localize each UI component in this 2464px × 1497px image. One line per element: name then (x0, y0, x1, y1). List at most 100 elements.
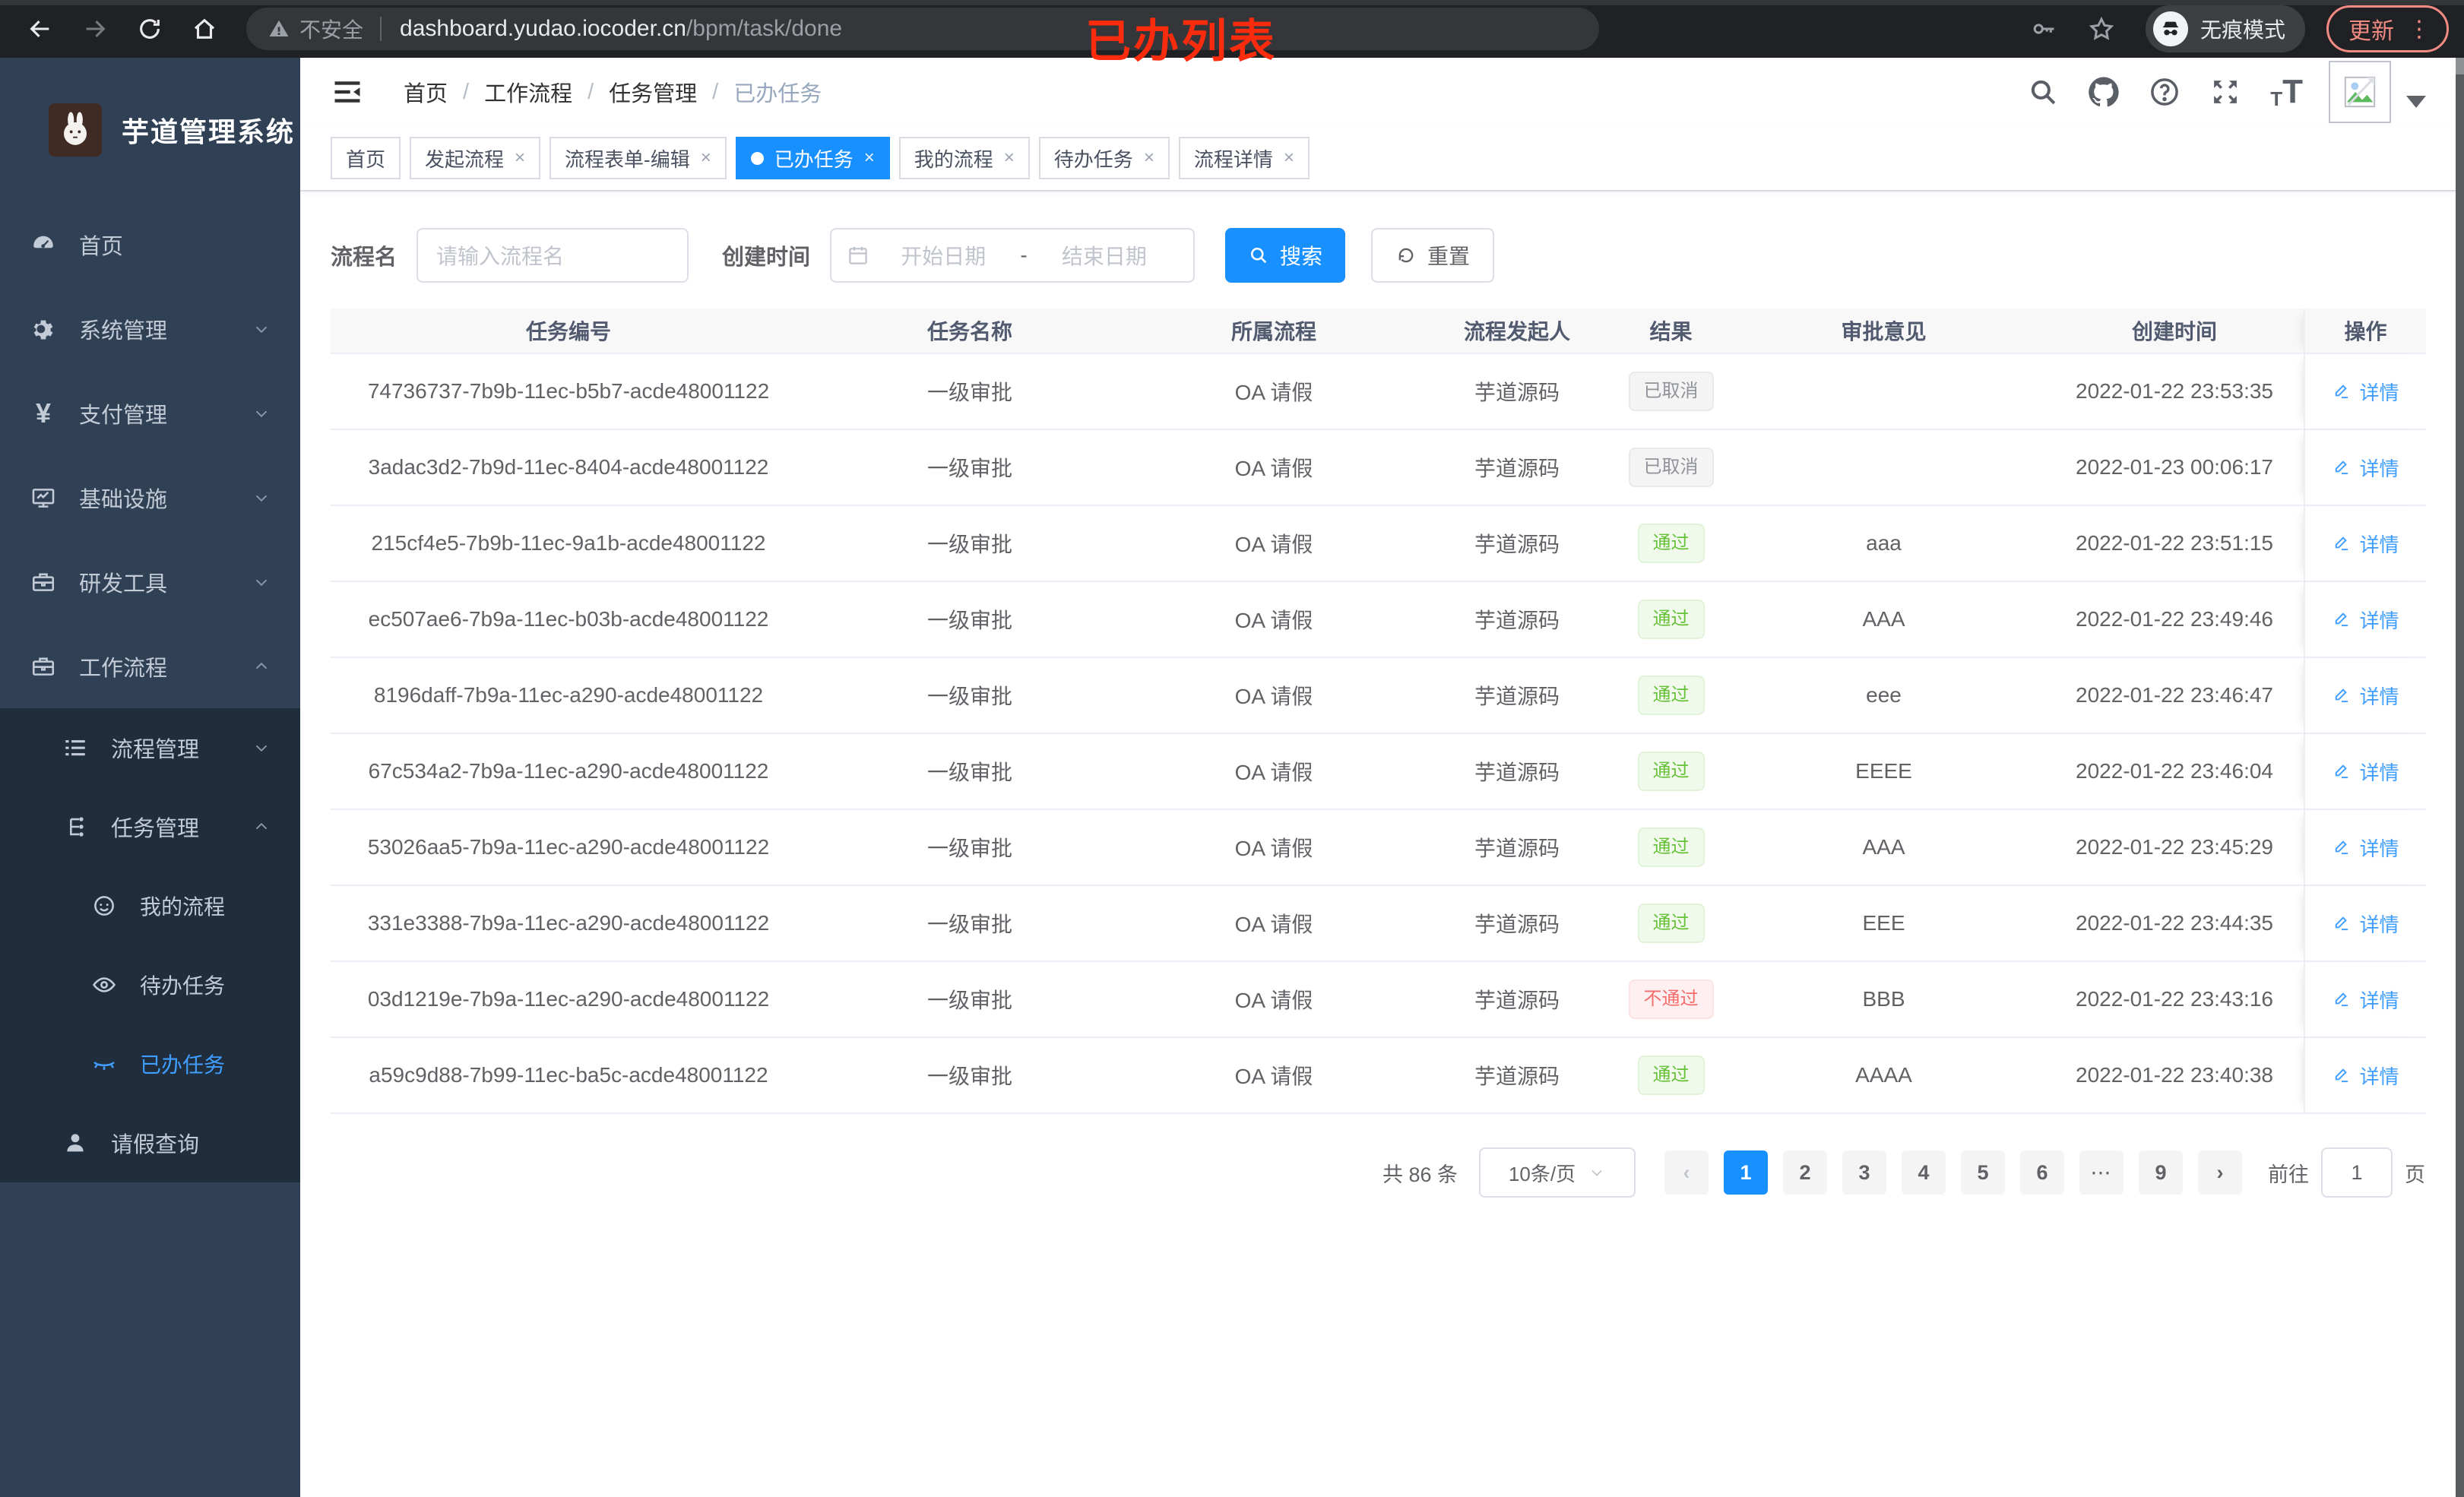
divider (380, 17, 382, 41)
next-page-button[interactable]: › (2198, 1150, 2242, 1195)
detail-link[interactable]: 详情 (2332, 606, 2399, 634)
caret-down-icon[interactable] (2406, 96, 2426, 108)
close-icon[interactable]: × (1284, 147, 1294, 169)
sidebar-item-工作流程[interactable]: 工作流程 (0, 624, 300, 708)
detail-link[interactable]: 详情 (2332, 378, 2399, 406)
avatar[interactable] (2329, 61, 2391, 123)
page-button-9[interactable]: 9 (2139, 1150, 2183, 1195)
sidebar-item-我的流程[interactable]: 我的流程 (0, 866, 300, 945)
pagination: 共 86 条 10条/页 ‹ 123456 ⋯ 9 › 前往 页 (331, 1147, 2425, 1198)
reset-button[interactable]: 重置 (1371, 228, 1495, 283)
search-icon[interactable] (2027, 76, 2059, 108)
reload-icon[interactable] (132, 11, 167, 46)
pencil-icon (2332, 837, 2359, 857)
date-range-input[interactable]: 开始日期 - 结束日期 (830, 228, 1196, 283)
sidebar-item-研发工具[interactable]: 研发工具 (0, 540, 300, 624)
page-button-1[interactable]: 1 (1724, 1150, 1768, 1195)
table-cell: 一级审批 (926, 457, 1012, 480)
incognito-label: 无痕模式 (2200, 18, 2285, 42)
search-button[interactable]: 搜索 (1225, 228, 1346, 283)
close-icon[interactable]: × (701, 147, 711, 169)
sidebar-item-已办任务[interactable]: 已办任务 (0, 1024, 300, 1103)
page-button-4[interactable]: 4 (1902, 1150, 1946, 1195)
monitor-icon (29, 483, 58, 512)
help-icon[interactable] (2149, 76, 2181, 108)
tab-已办任务[interactable]: 已办任务 × (735, 137, 890, 179)
menu-dots-icon[interactable]: ⋮ (2408, 16, 2431, 43)
navbar-right-cluster: TT (1998, 61, 2426, 123)
sidebar-item-支付管理[interactable]: ¥ 支付管理 (0, 371, 300, 455)
github-icon[interactable] (2088, 76, 2120, 108)
table-cell: OA 请假 (1234, 381, 1313, 404)
more-pages-button[interactable]: ⋯ (2079, 1150, 2124, 1195)
fullscreen-icon[interactable] (2209, 76, 2241, 108)
tab-首页[interactable]: 首页 (331, 137, 401, 179)
forward-icon[interactable] (78, 11, 112, 46)
detail-link[interactable]: 详情 (2332, 986, 2399, 1014)
sidebar-item-流程管理[interactable]: 流程管理 (0, 708, 300, 787)
sidebar-item-label: 已办任务 (140, 1053, 226, 1077)
page-button-3[interactable]: 3 (1842, 1150, 1886, 1195)
close-icon[interactable]: × (864, 147, 875, 169)
end-date-placeholder[interactable]: 结束日期 (1031, 240, 1178, 271)
page-button-5[interactable]: 5 (1961, 1150, 2005, 1195)
detail-link[interactable]: 详情 (2332, 1062, 2399, 1090)
column-header: 任务名称 (926, 320, 1012, 343)
sidebar-item-基础设施[interactable]: 基础设施 (0, 455, 300, 540)
tab-流程详情[interactable]: 流程详情 × (1178, 137, 1310, 179)
incognito-badge[interactable]: 无痕模式 (2145, 5, 2305, 52)
font-size-icon[interactable]: TT (2270, 75, 2303, 109)
back-icon[interactable] (23, 11, 58, 46)
page-button-2[interactable]: 2 (1783, 1150, 1827, 1195)
detail-link[interactable]: 详情 (2332, 682, 2399, 710)
tags-view-bar: 首页 发起流程 × 流程表单-编辑 × 已办任务 × 我的流程 × 待办任务 × 流程详情 × (300, 126, 2464, 191)
breadcrumb-item[interactable]: 首页 (404, 76, 448, 108)
star-icon[interactable] (2088, 15, 2115, 43)
jump-page-input[interactable] (2321, 1147, 2393, 1198)
window-scrollbar[interactable] (2456, 58, 2464, 1497)
sidebar-item-请假查询[interactable]: 请假查询 (0, 1103, 300, 1182)
opinion-cell: EEEE (1855, 759, 1912, 783)
close-icon[interactable]: × (1004, 147, 1015, 169)
tab-我的流程[interactable]: 我的流程 × (898, 137, 1030, 179)
detail-link[interactable]: 详情 (2332, 758, 2399, 786)
security-label[interactable]: 不安全 (299, 14, 363, 44)
address-bar[interactable]: 不安全 dashboard.yudao.iocoder.cn/bpm/task/… (246, 8, 1599, 50)
detail-label: 详情 (2359, 761, 2399, 784)
close-icon[interactable]: × (1144, 147, 1154, 169)
close-icon[interactable]: × (515, 147, 525, 169)
table-row: 331e3388-7b9a-11ec-a290-acde48001122 一级审批… (331, 886, 2426, 962)
sidebar-item-系统管理[interactable]: 系统管理 (0, 286, 300, 371)
sidebar-item-待办任务[interactable]: 待办任务 (0, 945, 300, 1024)
tab-待办任务[interactable]: 待办任务 × (1038, 137, 1170, 179)
breadcrumb-item[interactable]: 工作流程 (484, 76, 572, 108)
breadcrumb-item[interactable]: 任务管理 (609, 76, 697, 108)
app-title: 芋道管理系统 (122, 116, 296, 147)
detail-link[interactable]: 详情 (2332, 910, 2399, 938)
range-separator: - (1020, 243, 1028, 267)
logo-row[interactable]: 芋道管理系统 (0, 58, 300, 202)
detail-link[interactable]: 详情 (2332, 530, 2399, 558)
table-cell: 一级审批 (926, 837, 1012, 860)
tab-发起流程[interactable]: 发起流程 × (410, 137, 541, 179)
key-icon[interactable] (2030, 15, 2057, 43)
detail-link[interactable]: 详情 (2332, 834, 2399, 862)
home-icon[interactable] (187, 11, 222, 46)
table-row: 53026aa5-7b9a-11ec-a290-acde48001122 一级审批… (331, 810, 2426, 886)
table-cell: 芋道源码 (1474, 1065, 1560, 1088)
sidebar-item-首页[interactable]: 首页 (0, 202, 300, 286)
process-name-input[interactable]: 请输入流程名 (416, 228, 689, 283)
breadcrumb: 首页 / 工作流程 / 任务管理 / 已办任务 (404, 76, 822, 108)
prev-page-button[interactable]: ‹ (1664, 1150, 1709, 1195)
tab-流程表单-编辑[interactable]: 流程表单-编辑 × (549, 137, 727, 179)
collapse-sidebar-icon[interactable] (331, 75, 364, 109)
sidebar-item-任务管理[interactable]: 任务管理 (0, 787, 300, 866)
page-size-select[interactable]: 10条/页 (1479, 1147, 1636, 1198)
pencil-icon (2332, 533, 2359, 553)
time-cell: 2022-01-22 23:49:46 (2076, 607, 2273, 631)
warning-icon[interactable] (268, 17, 290, 40)
page-button-6[interactable]: 6 (2020, 1150, 2064, 1195)
update-button[interactable]: 更新 ⋮ (2326, 5, 2449, 52)
detail-link[interactable]: 详情 (2332, 454, 2399, 482)
start-date-placeholder[interactable]: 开始日期 (869, 240, 1017, 271)
